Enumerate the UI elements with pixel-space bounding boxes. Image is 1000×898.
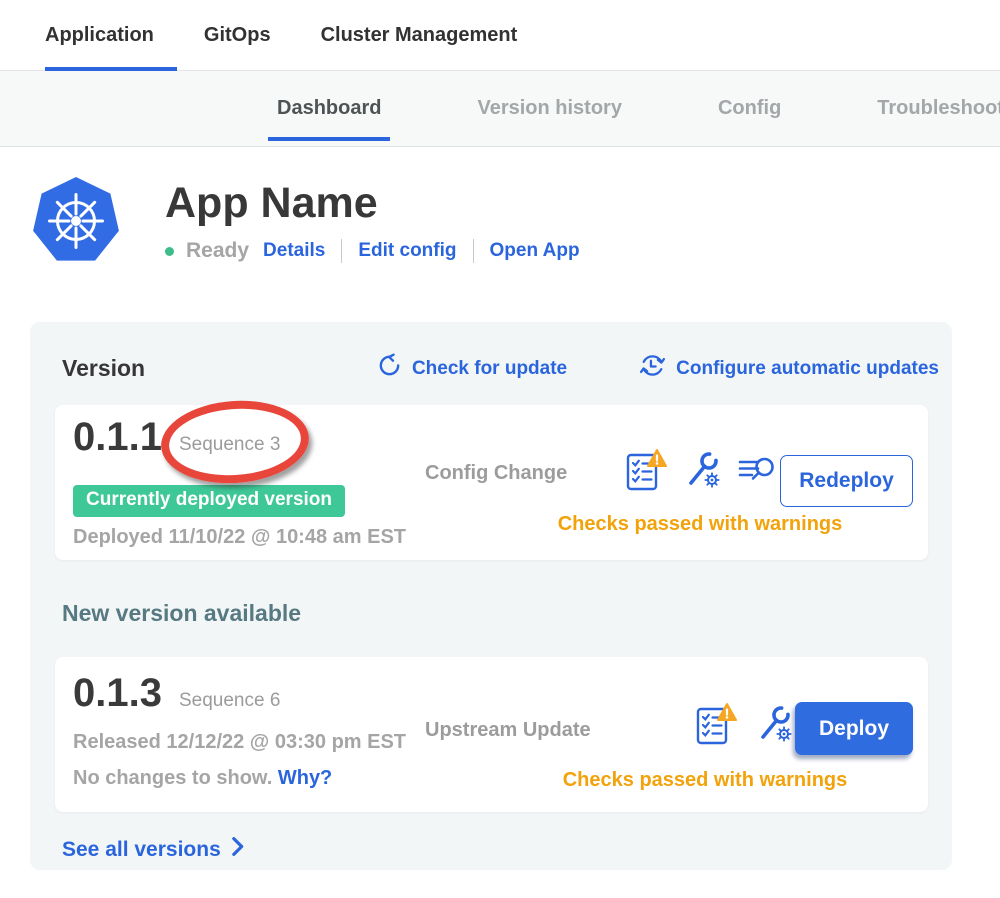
available-sequence-label: Sequence 6: [179, 690, 280, 712]
new-version-heading: New version available: [62, 600, 952, 627]
refresh-icon: [377, 353, 402, 384]
available-version-number: 0.1.3: [73, 671, 162, 716]
divider: [473, 239, 474, 263]
available-version-card: 0.1.3 Sequence 6 Released 12/12/22 @ 03:…: [55, 657, 928, 812]
see-all-versions-link[interactable]: See all versions: [62, 836, 245, 863]
status-dot: [165, 247, 174, 256]
details-link[interactable]: Details: [263, 240, 325, 262]
sub-nav: Dashboard Version history Config Trouble…: [0, 71, 1000, 147]
edit-config-link[interactable]: Edit config: [358, 240, 456, 262]
top-nav-item-gitops[interactable]: GitOps: [204, 0, 271, 70]
tab-troubleshoot[interactable]: Troubleshoot: [877, 71, 1000, 146]
current-source-label: Config Change: [425, 462, 567, 485]
tab-version-history[interactable]: Version history: [477, 71, 622, 146]
available-source-label: Upstream Update: [425, 719, 591, 742]
see-all-versions-label: See all versions: [62, 838, 221, 862]
current-version-number: 0.1.1: [73, 415, 162, 460]
current-sequence-label: Sequence 3: [179, 434, 280, 456]
divider: [341, 239, 342, 263]
deploy-button[interactable]: Deploy: [795, 702, 913, 755]
tab-dashboard[interactable]: Dashboard: [277, 71, 381, 146]
version-panel-title: Version: [62, 355, 145, 382]
page-title: App Name: [165, 179, 580, 228]
version-panel: Version Check for update: [30, 322, 952, 870]
diff-view-icon[interactable]: [737, 454, 777, 486]
configure-automatic-updates-label: Configure automatic updates: [676, 358, 939, 380]
chevron-right-icon: [231, 836, 245, 863]
kubernetes-logo-icon: [30, 173, 122, 274]
top-nav: Application GitOps Cluster Management: [0, 0, 1000, 71]
open-app-link[interactable]: Open App: [490, 240, 580, 262]
top-nav-item-cluster-management[interactable]: Cluster Management: [321, 0, 518, 70]
deployed-timestamp: Deployed 11/10/22 @ 10:48 am EST: [73, 526, 406, 549]
wrench-gear-icon[interactable]: [755, 705, 793, 743]
wrench-gear-icon[interactable]: [683, 451, 721, 489]
tab-config[interactable]: Config: [718, 71, 781, 146]
check-for-update-link[interactable]: Check for update: [377, 353, 567, 384]
currently-deployed-badge: Currently deployed version: [73, 485, 345, 517]
no-changes-label: No changes to show.: [73, 767, 272, 789]
checks-status-text: Checks passed with warnings: [485, 513, 915, 536]
current-version-card: 0.1.1 Sequence 3 Currently deployed vers…: [55, 405, 928, 560]
auto-update-icon: [639, 352, 666, 385]
no-changes-text: No changes to show. Why?: [73, 767, 332, 790]
preflight-checks-icon[interactable]: [625, 447, 667, 493]
released-timestamp: Released 12/12/22 @ 03:30 pm EST: [73, 731, 406, 754]
preflight-checks-icon[interactable]: [695, 701, 737, 747]
status-text: Ready: [186, 239, 249, 263]
check-for-update-label: Check for update: [412, 358, 567, 380]
configure-automatic-updates-link[interactable]: Configure automatic updates: [639, 352, 939, 385]
app-header: App Name Ready Details Edit config Open …: [30, 173, 1000, 274]
redeploy-button[interactable]: Redeploy: [780, 455, 913, 507]
checks-status-text: Checks passed with warnings: [505, 769, 905, 792]
top-nav-item-application[interactable]: Application: [45, 0, 154, 70]
why-link[interactable]: Why?: [278, 767, 332, 789]
